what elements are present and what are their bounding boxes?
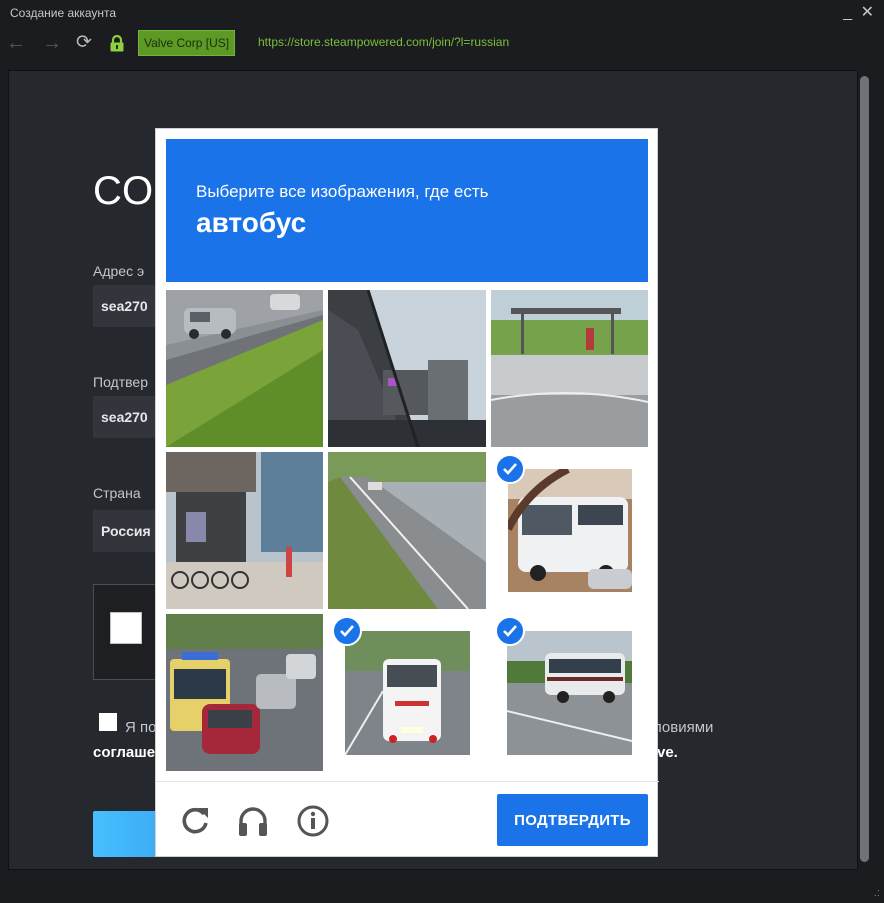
verify-button[interactable]: ПОДТВЕРДИТЬ [497, 794, 648, 846]
window-title: Создание аккаунта [10, 6, 117, 20]
selected-checkmark-icon [495, 616, 525, 646]
recaptcha-dialog: Выберите все изображения, где есть автоб… [155, 128, 659, 857]
tile-2[interactable] [328, 290, 486, 447]
back-icon[interactable]: ← [6, 32, 26, 55]
captcha-checkbox[interactable] [110, 612, 142, 644]
lock-icon [110, 35, 124, 52]
reload-icon[interactable] [178, 804, 212, 838]
browser-navbar: ← → ⟳ Valve Corp [US] https://store.stea… [0, 28, 884, 58]
scroll-thumb[interactable] [860, 76, 869, 862]
agreement-link-right[interactable]: ve. [657, 744, 678, 761]
url-text[interactable]: https://store.steampowered.com/join/?l=r… [258, 35, 509, 49]
info-icon[interactable] [296, 804, 330, 838]
window-controls: _ ✕ [839, 2, 874, 22]
tile-6[interactable] [508, 469, 632, 592]
tile-1[interactable] [166, 290, 323, 447]
tile-4[interactable] [166, 452, 323, 609]
recaptcha-header: Выберите все изображения, где есть автоб… [166, 139, 648, 282]
agree-checkbox[interactable] [99, 713, 117, 731]
page-title: СО [93, 169, 155, 213]
tile-9[interactable] [507, 631, 632, 755]
tile-5[interactable] [328, 452, 486, 609]
agreement-link[interactable]: соглаше [93, 744, 155, 761]
selected-checkmark-icon [332, 616, 362, 646]
tile-3[interactable] [491, 290, 648, 447]
country-label: Страна [93, 485, 141, 501]
agree-text-right: ловиями [653, 719, 714, 736]
minimize-button[interactable]: _ [843, 4, 852, 21]
reload-icon[interactable]: ⟳ [76, 31, 92, 54]
window-titlebar: Создание аккаунта _ ✕ [0, 0, 884, 28]
forward-icon[interactable]: → [42, 32, 62, 55]
agree-text: Я по [125, 719, 157, 736]
email-label: Адрес э [93, 263, 145, 279]
confirm-email-label: Подтвер [93, 374, 148, 390]
close-button[interactable]: ✕ [861, 4, 874, 21]
resize-grip-icon[interactable]: .: [874, 887, 880, 899]
tile-8[interactable] [345, 631, 470, 755]
scrollbar[interactable] [858, 74, 870, 864]
recaptcha-instruction: Выберите все изображения, где есть [196, 182, 489, 201]
recaptcha-target: автобус [196, 207, 307, 238]
tile-7[interactable] [166, 614, 323, 771]
recaptcha-divider [156, 781, 659, 782]
headphones-icon[interactable] [236, 804, 270, 838]
certificate-badge[interactable]: Valve Corp [US] [138, 30, 236, 56]
selected-checkmark-icon [495, 454, 525, 484]
